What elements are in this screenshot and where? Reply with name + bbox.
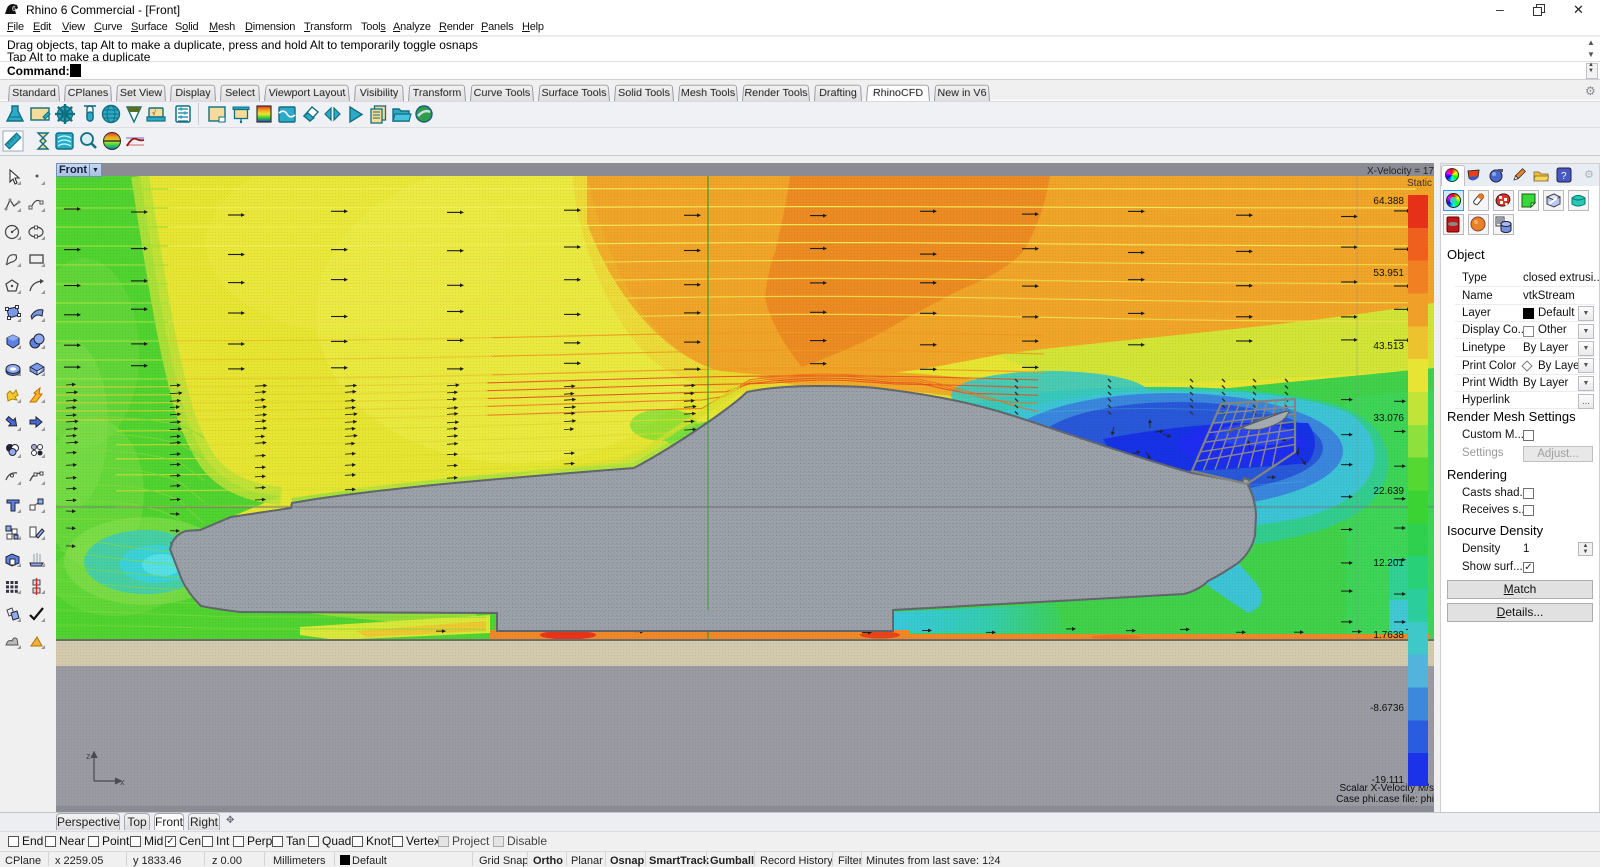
svg-text:?: ? (1561, 171, 1567, 182)
svg-text:x: x (120, 777, 125, 787)
svg-text:z: z (86, 751, 91, 761)
svg-text:6: 6 (12, 6, 16, 13)
svg-text:√: √ (152, 109, 156, 117)
